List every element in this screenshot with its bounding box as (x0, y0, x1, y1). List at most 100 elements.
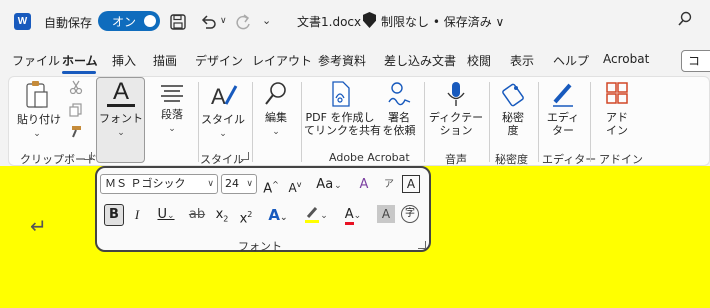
paste-button[interactable]: 貼り付け ⌄ (17, 80, 61, 141)
change-case-button[interactable]: Aa⌄ (314, 174, 344, 196)
ribbon-tabs: ファイル ホーム 挿入 描画 デザイン レイアウト 参考資料 差し込み文書 校閲… (0, 48, 710, 72)
add-ins-group-label: アドイン (599, 153, 643, 166)
chevron-down-icon: ⌄ (168, 124, 176, 134)
chevron-down-icon: ⌄ (334, 181, 342, 191)
sensitivity-icon (502, 83, 524, 107)
autosave-label: 自動保存 (44, 16, 93, 30)
create-pdf-label-1: PDF を作成し (305, 111, 375, 124)
subscript-button[interactable]: x2 (213, 204, 231, 226)
clipboard-launcher-icon[interactable] (84, 152, 92, 160)
search-icon[interactable] (677, 11, 693, 27)
font-size-select[interactable]: 24 ∨ (221, 174, 257, 194)
character-shading-button[interactable]: A (377, 205, 395, 223)
copy-icon[interactable] (69, 103, 83, 117)
editor-pen-icon (553, 83, 573, 107)
acrobat-group-label: Adobe Acrobat (329, 151, 410, 164)
divider (252, 82, 253, 162)
font-color-button[interactable]: A⌄ (338, 204, 368, 226)
document-status[interactable]: 制限なし • 保存済み ∨ (381, 13, 504, 30)
add-ins-label-1: アド (606, 111, 628, 124)
autosave-toggle-label: オン (112, 15, 137, 29)
signature-icon (388, 82, 411, 106)
paragraph-button[interactable]: 段落 ⌄ (152, 83, 192, 136)
styles-button[interactable]: A スタイル ⌄ (200, 80, 246, 141)
dictate-label-1: ディクテー (428, 111, 484, 124)
styles-launcher-icon[interactable] (241, 152, 249, 160)
tab-review[interactable]: 校閲 (467, 52, 491, 69)
clear-formatting-icon: A (359, 177, 369, 192)
editor-label-2: ター (552, 124, 574, 137)
font-name-value: ＭＳ Ｐゴシック (105, 177, 186, 190)
styles-icon: A (211, 84, 238, 109)
autosave-toggle[interactable]: オン (98, 11, 160, 31)
tab-references[interactable]: 参考資料 (318, 52, 366, 69)
font-color-icon: A (344, 208, 354, 225)
underline-button[interactable]: U⌄ (153, 204, 179, 226)
font-button[interactable]: A フォント ⌄ (98, 80, 144, 140)
phonetic-guide-icon: ア (384, 179, 394, 190)
dictate-button[interactable]: ディクテー ション (428, 80, 484, 137)
tab-insert[interactable]: 挿入 (112, 52, 136, 69)
character-border-button[interactable]: A (402, 175, 420, 193)
tab-home[interactable]: ホーム (62, 52, 98, 69)
grow-font-button[interactable]: A^ (262, 174, 280, 196)
editing-label: 編集 (265, 111, 287, 124)
save-icon[interactable] (170, 12, 186, 32)
italic-button[interactable]: I (130, 204, 144, 226)
toggle-knob (144, 15, 156, 27)
highlight-color-button[interactable]: ⌄ (300, 204, 332, 226)
tab-help[interactable]: ヘルプ (553, 52, 589, 69)
undo-dropdown-icon[interactable]: ∨ (220, 11, 227, 31)
tab-mailings[interactable]: 差し込み文書 (384, 52, 456, 69)
bold-button[interactable]: B (104, 204, 124, 226)
tab-acrobat[interactable]: Acrobat (603, 52, 649, 66)
chevron-down-icon: ⌄ (219, 129, 227, 139)
redo-icon[interactable] (235, 12, 251, 32)
font-dialog-launcher-icon[interactable] (418, 241, 426, 249)
editor-button[interactable]: エディ ター (541, 80, 585, 137)
highlighter-icon (305, 206, 320, 223)
format-painter-icon[interactable] (69, 125, 83, 139)
chevron-down-icon: ⌄ (320, 211, 328, 221)
add-ins-button[interactable]: アド イン (597, 80, 637, 137)
chevron-down-icon: ∨ (207, 179, 214, 189)
document-title[interactable]: 文書1.docx (297, 13, 361, 30)
tab-design[interactable]: デザイン (195, 52, 243, 69)
strikethrough-button[interactable]: ab (187, 204, 207, 226)
enclose-characters-icon: 字 (405, 208, 415, 219)
sensitivity-button[interactable]: 秘密 度 (492, 80, 534, 137)
chevron-down-icon: ⌄ (33, 129, 41, 139)
paragraph-label: 段落 (161, 108, 183, 121)
superscript-button[interactable]: x2 (237, 204, 255, 226)
divider (538, 82, 539, 162)
character-border-icon: A (406, 177, 416, 191)
search-icon (265, 82, 286, 105)
undo-icon[interactable] (200, 12, 216, 32)
shrink-font-button[interactable]: Av (286, 174, 304, 196)
customize-toolbar-icon[interactable]: ⌄ (262, 11, 271, 31)
text-effects-icon: A (268, 206, 281, 224)
chevron-down-icon: ∨ (246, 179, 253, 189)
text-effects-button[interactable]: A⌄ (263, 204, 293, 226)
subscript-mark: 2 (223, 214, 229, 224)
tab-file[interactable]: ファイル (12, 52, 60, 69)
request-signature-button[interactable]: 署名 を依頼 (378, 80, 420, 137)
editing-button[interactable]: 編集 ⌄ (256, 80, 296, 139)
character-shading-icon: A (381, 207, 391, 221)
phonetic-guide-button[interactable]: ア (379, 174, 399, 196)
request-signature-label-1: 署名 (388, 111, 410, 124)
tab-view[interactable]: 表示 (510, 52, 534, 69)
enclose-characters-button[interactable]: 字 (401, 205, 419, 223)
chevron-down-icon: ⌄ (280, 213, 288, 223)
comments-button[interactable]: コ (681, 50, 710, 72)
clear-formatting-button[interactable]: A (354, 174, 374, 196)
font-name-select[interactable]: ＭＳ Ｐゴシック ∨ (100, 174, 218, 194)
paragraph-mark-icon: ↵ (30, 214, 47, 238)
create-pdf-share-button[interactable]: PDF を作成し てリンクを共有 (304, 80, 381, 137)
voice-group-label: 音声 (445, 153, 467, 166)
cut-icon[interactable] (69, 80, 83, 94)
editor-group-label: エディター (542, 153, 597, 166)
tab-draw[interactable]: 描画 (153, 52, 177, 69)
font-group-label: フォント (238, 240, 282, 253)
tab-layout[interactable]: レイアウト (252, 52, 312, 69)
